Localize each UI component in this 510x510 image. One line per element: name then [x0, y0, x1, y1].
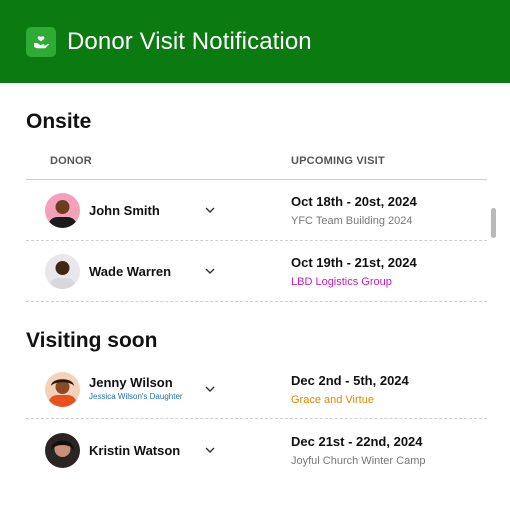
donor-name: Kristin Watson: [89, 443, 181, 458]
visit-date: Dec 21st - 22nd, 2024: [291, 434, 423, 449]
avatar: [45, 193, 80, 228]
donor-row[interactable]: Kristin Watson Dec 21st - 22nd, 2024 Joy…: [26, 420, 487, 481]
avatar: [45, 254, 80, 289]
column-header-donor: DONOR: [50, 155, 92, 167]
app-header: Donor Visit Notification: [0, 0, 510, 83]
chevron-down-icon[interactable]: [204, 385, 216, 393]
chevron-down-icon[interactable]: [204, 206, 216, 214]
hand-heart-icon: [26, 26, 56, 57]
visit-date: Oct 18th - 20st, 2024: [291, 194, 417, 209]
scrollbar-thumb[interactable]: [491, 208, 496, 238]
donor-name: John Smith: [89, 203, 160, 218]
section-title-visiting-soon: Visiting soon: [26, 329, 158, 352]
visit-event: Grace and Virtue: [291, 394, 374, 406]
visit-event: LBD Logistics Group: [291, 276, 392, 288]
visit-event: Joyful Church Winter Camp: [291, 455, 426, 467]
visit-event: YFC Team Building 2024: [291, 215, 413, 227]
avatar: [45, 372, 80, 407]
donor-name: Wade Warren: [89, 264, 172, 279]
donor-row[interactable]: Wade Warren Oct 19th - 21st, 2024 LBD Lo…: [26, 241, 487, 302]
donor-name: Jenny Wilson: [89, 375, 173, 390]
section-title-onsite: Onsite: [26, 110, 92, 133]
visit-date: Dec 2nd - 5th, 2024: [291, 373, 409, 388]
donor-relation: Jessica Wilson's Daughter: [89, 392, 183, 401]
donor-row[interactable]: Jenny Wilson Jessica Wilson's Daughter D…: [26, 359, 487, 419]
avatar: [45, 433, 80, 468]
donor-row[interactable]: John Smith Oct 18th - 20st, 2024 YFC Tea…: [26, 180, 487, 241]
chevron-down-icon[interactable]: [204, 267, 216, 275]
visit-date: Oct 19th - 21st, 2024: [291, 255, 417, 270]
column-header-upcoming-visit: UPCOMING VISIT: [291, 155, 385, 167]
chevron-down-icon[interactable]: [204, 446, 216, 454]
page-title: Donor Visit Notification: [67, 27, 312, 55]
